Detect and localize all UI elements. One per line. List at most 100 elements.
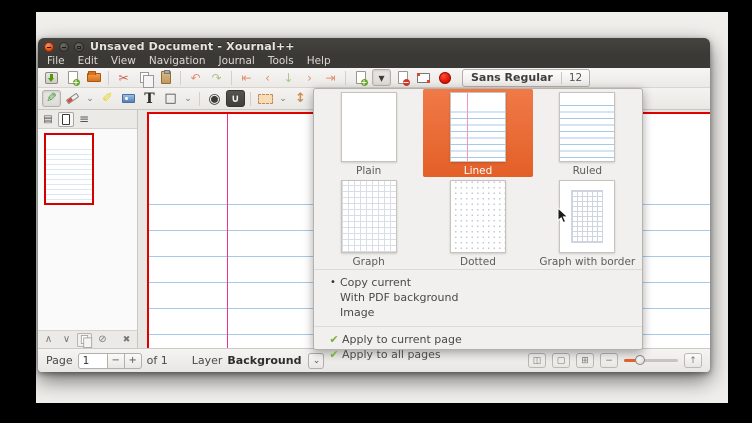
open-button[interactable] <box>84 69 103 86</box>
desktop-background: Unsaved Document - Xournal++ File Edit V… <box>36 12 728 403</box>
select-rectangle-icon <box>258 94 273 104</box>
menu-view[interactable]: View <box>111 55 136 68</box>
shape-recognizer-button[interactable]: ◉ <box>205 90 224 107</box>
font-name: Sans Regular <box>463 71 561 84</box>
tab-layers[interactable]: ≡ <box>76 112 92 127</box>
toolbar-separator <box>231 71 232 85</box>
menu-journal[interactable]: Journal <box>218 55 254 68</box>
eraser-dropdown-button[interactable]: ⌄ <box>84 90 96 107</box>
font-button[interactable]: Sans Regular 12 <box>462 69 590 87</box>
cut-button[interactable]: ✂ <box>114 69 133 86</box>
mouse-cursor <box>557 207 569 224</box>
chevron-down-icon: ⌄ <box>86 94 94 104</box>
copy-icon <box>140 72 149 83</box>
copy-button[interactable] <box>135 69 154 86</box>
new-page-button[interactable]: + <box>351 69 370 86</box>
text-tool-button[interactable]: T <box>140 90 159 107</box>
option-with-pdf-background[interactable]: With PDF background <box>314 290 642 305</box>
sidebar-tabs: ▤ ≡ <box>38 110 137 128</box>
template-graph-with-border[interactable]: Graph with border <box>533 177 642 269</box>
move-page-down-button[interactable]: ∨ <box>59 333 74 347</box>
page-number-input[interactable]: 1 <box>78 353 108 369</box>
template-dotted[interactable]: Dotted <box>423 177 532 269</box>
new-document-button[interactable]: + <box>63 69 82 86</box>
tab-page-preview[interactable] <box>58 112 74 127</box>
apply-label: Apply to current page <box>342 333 462 346</box>
template-label: Graph <box>353 256 385 268</box>
page-margin-line <box>227 114 228 348</box>
titlebar[interactable]: Unsaved Document - Xournal++ <box>38 38 710 55</box>
move-page-up-button[interactable]: ∧ <box>41 333 56 347</box>
pen-tool-button[interactable]: ✎ <box>42 90 61 107</box>
apply-to-all-pages[interactable]: ✔ Apply to all pages <box>314 347 642 362</box>
first-page-icon: ⇤ <box>241 71 251 85</box>
close-sidebar-button[interactable]: ✖ <box>119 333 134 347</box>
highlighter-tool-button[interactable]: ✐ <box>98 90 117 107</box>
redo-button[interactable]: ↷ <box>207 69 226 86</box>
page-increment-button[interactable]: + <box>125 353 142 369</box>
tab-contents[interactable]: ▤ <box>40 112 56 127</box>
toolbar-separator <box>108 71 109 85</box>
record-button[interactable] <box>435 69 454 86</box>
goto-page-button[interactable]: ↓ <box>279 69 298 86</box>
template-plain-thumbnail <box>341 92 397 162</box>
radio-selected-icon: • <box>326 277 340 288</box>
template-plain[interactable]: Plain <box>314 89 423 177</box>
undo-icon: ↶ <box>190 71 200 85</box>
option-label: With PDF background <box>340 291 458 304</box>
menu-edit[interactable]: Edit <box>78 55 98 68</box>
close-window-button[interactable] <box>44 42 54 52</box>
template-graph[interactable]: Graph <box>314 177 423 269</box>
menu-tools[interactable]: Tools <box>268 55 294 68</box>
template-dotted-thumbnail <box>450 180 506 253</box>
toolbar-separator <box>180 71 181 85</box>
last-page-button[interactable]: ⇥ <box>321 69 340 86</box>
template-ruled[interactable]: Ruled <box>533 89 642 177</box>
font-size: 12 <box>561 72 589 84</box>
option-image[interactable]: Image <box>314 305 642 320</box>
presentation-button[interactable] <box>414 69 433 86</box>
undo-button[interactable]: ↶ <box>186 69 205 86</box>
chevron-down-icon: ⌄ <box>279 94 287 104</box>
zoom-reset-button[interactable]: ↑ <box>684 353 702 368</box>
vertical-space-button[interactable]: ↕ <box>291 90 310 107</box>
apply-to-current-page[interactable]: ✔ Apply to current page <box>314 332 642 347</box>
select-dropdown-button[interactable]: ⌄ <box>277 90 289 107</box>
first-page-button[interactable]: ⇤ <box>237 69 256 86</box>
delete-page-button[interactable]: − <box>393 69 412 86</box>
page-template-popup: Plain Lined Ruled Graph <box>313 88 643 350</box>
new-page-dropdown-button[interactable]: ▾ <box>372 69 391 86</box>
minimize-window-button[interactable] <box>59 42 69 52</box>
snapping-button[interactable]: ∪ <box>226 90 245 107</box>
previous-page-button[interactable]: ‹ <box>258 69 277 86</box>
shape-dropdown-button[interactable]: ⌄ <box>182 90 194 107</box>
shape-icon: □ <box>164 91 176 106</box>
eraser-tool-button[interactable] <box>63 90 82 107</box>
menu-help[interactable]: Help <box>307 55 331 68</box>
menu-navigation[interactable]: Navigation <box>149 55 206 68</box>
menu-file[interactable]: File <box>47 55 65 68</box>
toolbar-separator <box>199 92 200 106</box>
redo-icon: ↷ <box>211 71 221 85</box>
eraser-icon <box>66 93 80 105</box>
layer-value: Background <box>227 354 301 367</box>
image-tool-button[interactable] <box>119 90 138 107</box>
copy-page-button[interactable] <box>77 333 92 347</box>
select-rectangle-button[interactable] <box>256 90 275 107</box>
template-label: Lined <box>464 165 493 177</box>
paste-icon <box>161 71 171 84</box>
shape-tool-button[interactable]: □ <box>161 90 180 107</box>
option-label: Image <box>340 306 374 319</box>
up-arrow-icon: ∧ <box>45 334 52 345</box>
option-copy-current[interactable]: • Copy current <box>314 275 642 290</box>
maximize-window-button[interactable] <box>74 42 84 52</box>
template-label: Dotted <box>460 256 496 268</box>
save-button[interactable] <box>42 69 61 86</box>
chevron-down-icon: ⌄ <box>184 94 192 104</box>
page-thumbnail-selected[interactable] <box>44 133 94 205</box>
template-lined[interactable]: Lined <box>423 89 532 177</box>
page-decrement-button[interactable]: − <box>108 353 125 369</box>
delete-page-sidebar-button[interactable]: ⊘ <box>95 333 110 347</box>
next-page-button[interactable]: › <box>300 69 319 86</box>
paste-button[interactable] <box>156 69 175 86</box>
